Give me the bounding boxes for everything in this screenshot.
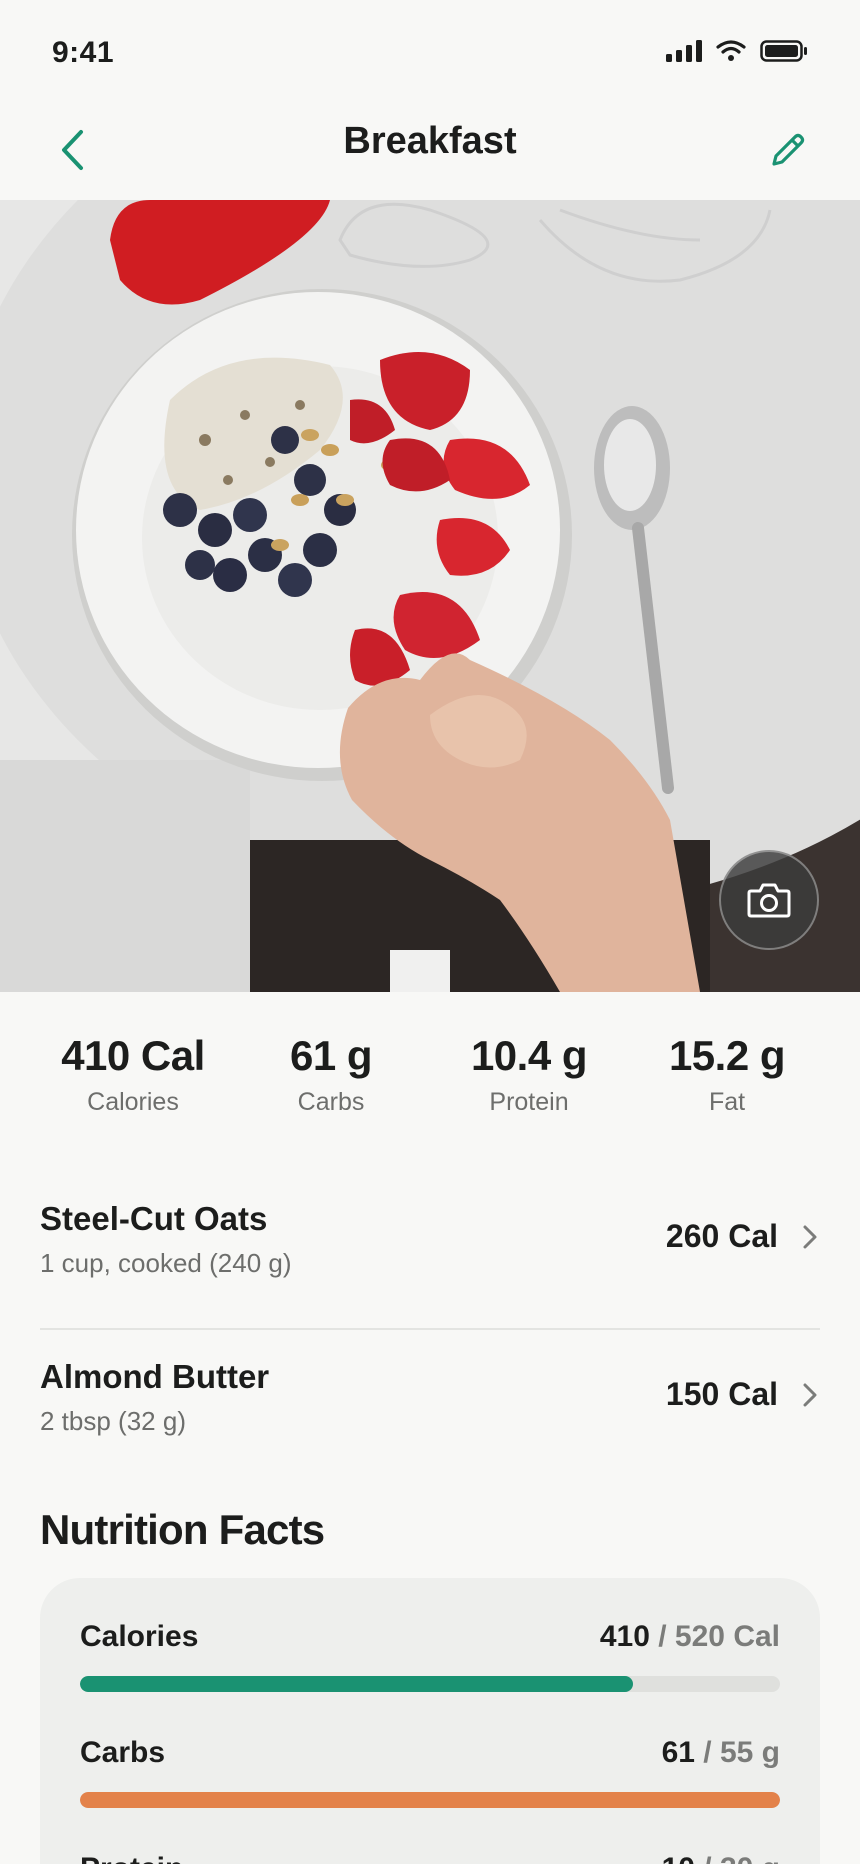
macro-label: Carbs: [297, 1088, 365, 1116]
camera-icon: [747, 883, 791, 918]
meal-photo: [0, 200, 860, 992]
food-calories: 150 Cal: [665, 1376, 778, 1412]
macro-carbs: 61 g Carbs: [232, 1032, 430, 1132]
nutrition-facts-title: Nutrition Facts: [40, 1506, 325, 1553]
food-calories: 260 Cal: [665, 1218, 778, 1254]
nutrition-amount: 410 / 520 Cal: [600, 1620, 780, 1654]
nutrition-row-calories: Calories 410 / 520 Cal: [80, 1620, 780, 1720]
nutrition-current: 10: [662, 1852, 695, 1864]
status-icons: [666, 40, 808, 62]
nutrition-label: Carbs: [80, 1736, 166, 1769]
nutrition-goal: / 520 Cal: [649, 1620, 780, 1653]
nutrition-amount: 61 / 55 g: [662, 1736, 780, 1770]
battery-icon: [760, 40, 807, 62]
pencil-icon: [772, 133, 805, 166]
macro-value: 61 g: [289, 1032, 373, 1079]
progress-fill: [80, 1676, 633, 1692]
macros-summary: 410 Cal Calories 61 g Carbs 10.4 g Prote…: [0, 1032, 860, 1132]
nutrition-goal: / 30 g: [695, 1852, 780, 1864]
macro-value: 10.4 g: [470, 1032, 588, 1079]
chevron-right-icon: [803, 1225, 817, 1249]
food-name: Almond Butter: [40, 1358, 270, 1395]
macro-label: Calories: [87, 1088, 179, 1116]
edit-button[interactable]: [758, 118, 818, 182]
nutrition-goal: / 55 g: [694, 1736, 780, 1769]
progress-track: [80, 1792, 780, 1808]
food-item-steel-cut-oats[interactable]: Steel-Cut Oats 1 cup, cooked (240 g) 260…: [40, 1182, 820, 1328]
nav-bar: Breakfast: [0, 100, 860, 200]
macro-value: 15.2 g: [668, 1032, 786, 1079]
food-item-almond-butter[interactable]: Almond Butter 2 tbsp (32 g) 150 Cal: [40, 1328, 820, 1474]
change-photo-button[interactable]: [719, 850, 819, 950]
wifi-icon: [716, 40, 746, 61]
food-portion: 1 cup, cooked (240 g): [40, 1248, 292, 1278]
progress-track: [80, 1676, 780, 1692]
nutrition-row-carbs: Carbs 61 / 55 g: [80, 1736, 780, 1836]
nutrition-row-protein: Protein 10 / 30 g: [80, 1852, 780, 1864]
food-portion: 2 tbsp (32 g): [40, 1406, 186, 1436]
cellular-signal-icon: [666, 40, 702, 62]
macro-label: Fat: [708, 1088, 746, 1116]
macro-protein: 10.4 g Protein: [430, 1032, 628, 1132]
nutrition-facts-card: Calories 410 / 520 Cal Carbs 61 / 55 g P…: [40, 1578, 820, 1864]
progress-fill: [80, 1792, 780, 1808]
page-title: Breakfast: [343, 120, 517, 162]
macro-value: 410 Cal: [61, 1032, 205, 1079]
nutrition-amount: 10 / 30 g: [662, 1852, 780, 1864]
macro-label: Protein: [489, 1088, 569, 1116]
nutrition-current: 61: [661, 1736, 695, 1769]
nutrition-label: Protein: [80, 1852, 183, 1864]
nutrition-current: 410: [599, 1620, 650, 1653]
food-name: Steel-Cut Oats: [40, 1200, 268, 1237]
chevron-right-icon: [803, 1383, 817, 1407]
status-time: 9:41: [52, 36, 115, 69]
macro-calories: 410 Cal Calories: [34, 1032, 232, 1132]
nutrition-label: Calories: [80, 1620, 199, 1653]
food-list: Steel-Cut Oats 1 cup, cooked (240 g) 260…: [40, 1182, 820, 1474]
status-bar: 9:41: [0, 0, 860, 100]
macro-fat: 15.2 g Fat: [628, 1032, 826, 1132]
